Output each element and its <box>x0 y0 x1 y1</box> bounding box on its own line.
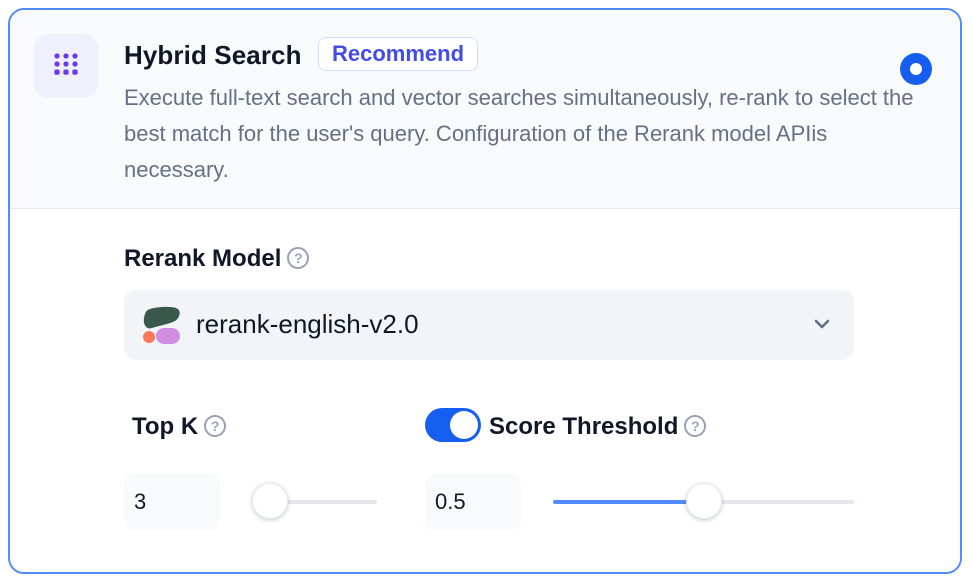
rerank-model-select[interactable]: rerank-english-v2.0 <box>124 290 854 360</box>
score-threshold-toggle[interactable] <box>425 408 481 442</box>
cohere-logo-icon <box>143 306 180 344</box>
rerank-model-label: Rerank Model? <box>124 245 310 273</box>
slider-thumb[interactable] <box>252 483 288 519</box>
question-circle-icon[interactable]: ? <box>204 414 227 437</box>
score-threshold-label: Score Threshold? <box>489 413 707 441</box>
top-k-slider[interactable] <box>252 482 377 522</box>
score-threshold-slider[interactable] <box>553 482 854 522</box>
card-description: Execute full-text search and vector sear… <box>124 85 914 182</box>
recommend-badge: Recommend <box>318 37 479 71</box>
hybrid-search-card[interactable]: Hybrid Search Recommend Execute full-tex… <box>8 8 962 574</box>
score-threshold-input[interactable]: 0.5 <box>425 474 521 530</box>
chevron-down-icon <box>814 319 830 329</box>
card-header: Hybrid Search Recommend Execute full-tex… <box>10 10 960 209</box>
top-k-label: Top K? <box>132 413 227 441</box>
top-k-input[interactable]: 3 <box>124 474 220 530</box>
slider-thumb[interactable] <box>685 483 722 519</box>
model-name: rerank-english-v2.0 <box>196 309 419 339</box>
grid-dots-icon <box>34 34 98 98</box>
slider-fill <box>553 500 704 504</box>
question-circle-icon[interactable]: ? <box>287 246 310 269</box>
question-circle-icon[interactable]: ? <box>684 414 707 437</box>
card-title: Hybrid Search <box>124 40 302 70</box>
toggle-knob <box>450 411 478 439</box>
